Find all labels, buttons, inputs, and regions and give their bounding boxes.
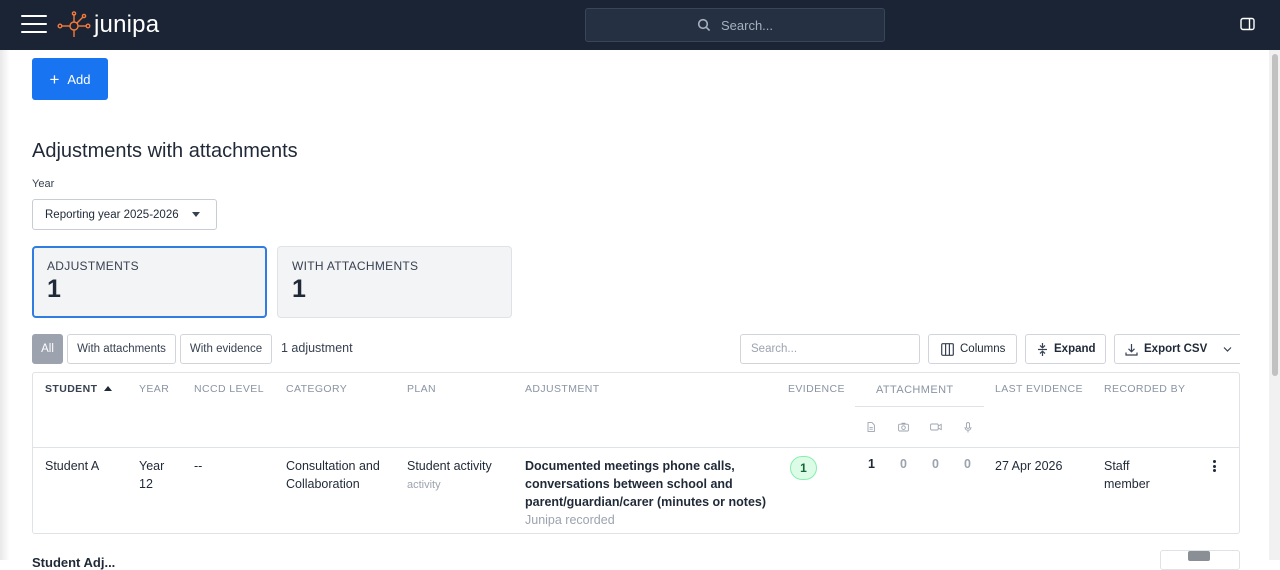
- export-csv-button[interactable]: Export CSV: [1114, 334, 1240, 364]
- card-value: 1: [47, 275, 61, 303]
- table-search-placeholder: Search...: [751, 343, 798, 355]
- app-logo[interactable]: junipa: [57, 11, 159, 39]
- add-button-label: Add: [67, 71, 91, 87]
- top-navigation-bar: junipa Search...: [0, 0, 1280, 50]
- columns-button-label: Columns: [960, 343, 1006, 355]
- adjustment-description: Documented meetings phone calls, convers…: [525, 459, 767, 509]
- cell-recorded-by: Staff member: [1104, 459, 1150, 491]
- video-icon: [930, 423, 942, 431]
- page-title: Adjustments with attachments: [32, 140, 298, 162]
- next-section-title: Student Adj...: [32, 555, 116, 570]
- junipa-logo-icon: [57, 11, 91, 37]
- cell-student[interactable]: Student A: [45, 457, 99, 475]
- column-header-category[interactable]: CATEGORY: [286, 383, 347, 395]
- filter-with-attachments-button[interactable]: With attachments: [67, 334, 176, 364]
- microphone-icon: [964, 422, 972, 433]
- cell-nccd-level: --: [194, 459, 203, 473]
- chevron-down-icon[interactable]: [1223, 346, 1232, 353]
- column-header-last-evidence[interactable]: LAST EVIDENCE: [995, 383, 1083, 395]
- column-header-evidence[interactable]: EVIDENCE: [788, 383, 845, 395]
- year-select-value: Reporting year 2025-2026: [45, 208, 179, 221]
- cell-last-evidence: 27 Apr 2026: [995, 459, 1063, 473]
- with-attachments-count-card[interactable]: WITH ATTACHMENTS 1: [277, 246, 512, 318]
- filter-all-button[interactable]: All: [32, 334, 63, 364]
- export-csv-label: Export CSV: [1144, 343, 1208, 355]
- expand-icon: [1038, 342, 1047, 356]
- attachment-header-divider: [855, 406, 984, 407]
- document-icon: [867, 422, 875, 432]
- year-select[interactable]: Reporting year 2025-2026: [32, 199, 217, 230]
- side-panel-toggle-icon[interactable]: [1240, 17, 1256, 32]
- row-actions-icon[interactable]: [1213, 460, 1217, 472]
- column-header-adjustment[interactable]: ADJUSTMENT: [525, 383, 600, 395]
- header-divider: [33, 447, 1239, 448]
- column-header-year[interactable]: YEAR: [139, 383, 169, 395]
- cell-attachment-audio: 0: [964, 457, 971, 471]
- year-label: Year: [32, 178, 55, 190]
- card-label: ADJUSTMENTS: [47, 259, 139, 273]
- search-placeholder: Search...: [720, 17, 774, 33]
- camera-icon: [898, 422, 909, 432]
- plan-name: Student activity: [407, 459, 492, 473]
- result-count: 1 adjustment: [281, 341, 353, 355]
- adjustments-table: STUDENT YEAR NCCD LEVEL CATEGORY PLAN AD…: [32, 372, 1240, 534]
- add-button[interactable]: + Add: [32, 58, 108, 100]
- global-search-input[interactable]: Search...: [585, 8, 885, 42]
- columns-icon: [941, 342, 954, 356]
- download-icon: [1125, 343, 1138, 356]
- evidence-count-badge[interactable]: 1: [790, 456, 817, 480]
- card-value: 1: [292, 275, 306, 303]
- header-label: STUDENT: [45, 383, 98, 395]
- filter-with-evidence-button[interactable]: With evidence: [180, 334, 272, 364]
- column-header-student[interactable]: STUDENT: [45, 383, 113, 395]
- menu-icon[interactable]: [21, 14, 47, 34]
- card-label: WITH ATTACHMENTS: [292, 259, 419, 273]
- adjustment-source: Junipa recorded: [525, 513, 615, 527]
- search-icon: [697, 18, 711, 32]
- columns-button[interactable]: Columns: [928, 334, 1017, 364]
- cell-year: Year 12: [139, 459, 165, 491]
- table-search-input[interactable]: Search...: [740, 334, 920, 364]
- scrollbar-thumb[interactable]: [1272, 54, 1278, 376]
- sort-ascending-icon: [104, 386, 113, 391]
- cell-adjustment: Documented meetings phone calls, convers…: [525, 457, 775, 529]
- plus-icon: +: [49, 69, 60, 89]
- cell-attachment-photos: 0: [900, 457, 907, 471]
- column-header-nccd-level[interactable]: NCCD LEVEL: [194, 383, 264, 395]
- cell-attachment-videos: 0: [932, 457, 939, 471]
- app-name: junipa: [94, 11, 160, 38]
- column-header-plan[interactable]: PLAN: [407, 383, 436, 395]
- cell-attachment-documents: 1: [868, 457, 875, 471]
- cell-category: Consultation and Collaboration: [286, 459, 380, 491]
- column-header-attachment: ATTACHMENT: [876, 384, 954, 396]
- adjustments-count-card[interactable]: ADJUSTMENTS 1: [32, 246, 267, 318]
- column-header-recorded-by[interactable]: RECORDED BY: [1104, 383, 1185, 395]
- expand-button[interactable]: Expand: [1025, 334, 1106, 364]
- cell-plan: Student activity activity: [407, 457, 517, 494]
- plan-tag: activity: [407, 479, 441, 491]
- dropdown-caret-icon: [192, 212, 200, 217]
- left-edge-shadow: [0, 50, 10, 560]
- expand-button-label: Expand: [1054, 343, 1096, 355]
